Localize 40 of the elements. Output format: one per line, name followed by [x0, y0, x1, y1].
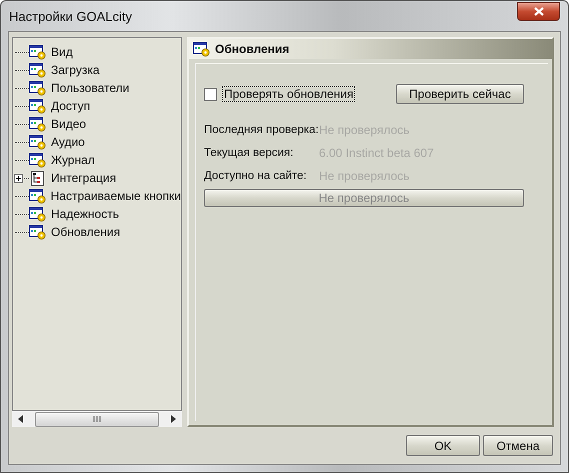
tree-item[interactable]: Интеграция: [51, 171, 116, 185]
window-gear-icon: [29, 80, 47, 96]
window-gear-icon: [29, 98, 47, 114]
scroll-left-icon: [18, 415, 23, 423]
tree-item[interactable]: Обновления: [51, 225, 120, 239]
window-gear-icon: [29, 206, 47, 222]
horizontal-scrollbar[interactable]: [12, 411, 182, 427]
window-title: Настройки GOALcity: [9, 8, 132, 24]
tree-item[interactable]: Журнал: [51, 153, 95, 167]
window-gear-icon: [29, 224, 47, 240]
info-label: Последняя проверка:: [204, 124, 319, 136]
close-button[interactable]: [517, 2, 560, 20]
dialog-button[interactable]: Отмена: [483, 435, 553, 456]
hierarchy-icon: [29, 170, 47, 186]
tree-item[interactable]: Видео: [51, 117, 86, 131]
dialog-button[interactable]: OK: [406, 435, 480, 456]
grip-icon: [93, 416, 101, 422]
scroll-right-icon: [171, 415, 176, 423]
tree-item[interactable]: Аудио: [51, 135, 85, 149]
window-gear-icon: [29, 62, 47, 78]
info-label: Текущая версия:: [204, 146, 294, 158]
tree-item[interactable]: Надежность: [51, 207, 119, 221]
window-gear-icon: [193, 42, 211, 56]
tree-item[interactable]: Настраиваемые кнопки: [50, 189, 181, 203]
checkbox-label[interactable]: Проверять обновления: [222, 86, 356, 102]
panel-title: Обновления: [215, 42, 290, 56]
window-gear-icon: [29, 44, 47, 60]
window-gear-icon: [29, 152, 47, 168]
checkbox[interactable]: [204, 88, 217, 100]
info-label: Доступно на сайте:: [204, 170, 308, 182]
window-gear-icon: [29, 116, 47, 132]
tree-item[interactable]: Вид: [51, 45, 73, 59]
tree-item[interactable]: Загрузка: [51, 63, 100, 77]
tree-item[interactable]: Доступ: [51, 99, 90, 113]
expand-toggle[interactable]: [14, 174, 23, 183]
window-gear-icon: [28, 188, 47, 204]
check-now-button[interactable]: Проверить сейчас: [396, 84, 524, 104]
tree-item[interactable]: Пользователи: [51, 81, 130, 95]
close-icon: [534, 6, 544, 16]
window-gear-icon: [29, 134, 47, 150]
